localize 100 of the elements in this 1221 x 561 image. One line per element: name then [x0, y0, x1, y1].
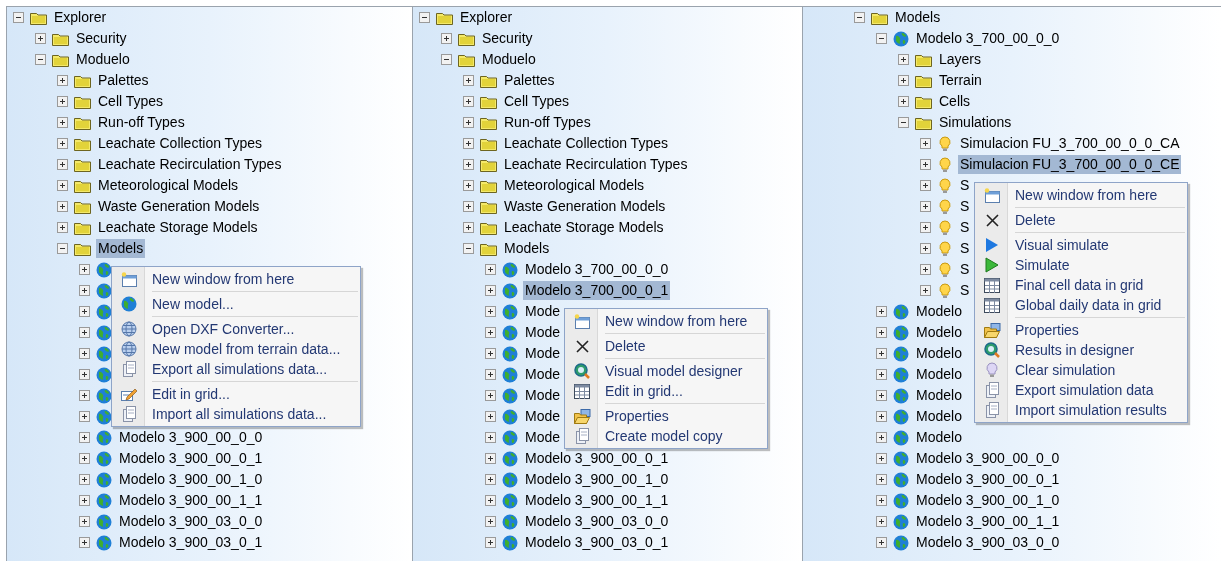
expander-button[interactable]	[57, 159, 68, 170]
expander-button[interactable]	[57, 75, 68, 86]
tree-item-label[interactable]: Run-off Types	[502, 113, 593, 132]
expander-button[interactable]	[920, 159, 931, 170]
menu-item[interactable]: Import all simulations data...	[114, 404, 359, 424]
tree-item-label[interactable]: Cell Types	[96, 92, 166, 111]
expander-button[interactable]	[920, 201, 931, 212]
expander-button[interactable]	[79, 369, 90, 380]
expander-button[interactable]	[485, 432, 496, 443]
expander-button[interactable]	[876, 369, 887, 380]
tree-item-label[interactable]: Modelo 3_900_00_1_0	[117, 470, 265, 489]
tree-item-label[interactable]: Moduelo	[480, 50, 538, 69]
tree-item-label[interactable]: S	[958, 260, 972, 279]
expander-button[interactable]	[876, 537, 887, 548]
tree-item-label[interactable]: Security	[74, 29, 129, 48]
expander-button[interactable]	[876, 516, 887, 527]
menu-item[interactable]: Clear simulation	[977, 360, 1185, 380]
menu-item[interactable]: Properties	[977, 320, 1185, 340]
expander-button[interactable]	[79, 306, 90, 317]
tree-item-label[interactable]: Run-off Types	[96, 113, 187, 132]
tree-item-label[interactable]: Explorer	[52, 8, 109, 27]
expander-button[interactable]	[419, 12, 430, 23]
tree-item-label[interactable]: Palettes	[502, 71, 557, 90]
tree-item-label[interactable]: S	[958, 176, 972, 195]
expander-button[interactable]	[441, 54, 452, 65]
expander-button[interactable]	[57, 96, 68, 107]
tree-item-label[interactable]: Mode	[523, 428, 563, 447]
tree-item-label[interactable]: Simulacion FU_3_700_00_0_0_CA	[958, 134, 1182, 153]
expander-button[interactable]	[898, 96, 909, 107]
expander-button[interactable]	[441, 33, 452, 44]
expander-button[interactable]	[876, 306, 887, 317]
tree-item-label[interactable]: Modelo 3_900_00_1_0	[523, 470, 671, 489]
tree-item-label[interactable]: Modelo 3_900_00_0_0	[914, 449, 1062, 468]
tree-item-label[interactable]: Layers	[937, 50, 984, 69]
tree-item-label[interactable]: Modelo 3_700_00_0_1	[523, 281, 671, 300]
expander-button[interactable]	[463, 159, 474, 170]
tree-item-label[interactable]: Waste Generation Models	[96, 197, 262, 216]
tree-item-label[interactable]: Models	[502, 239, 552, 258]
tree-item-label[interactable]: Mode	[523, 323, 563, 342]
expander-button[interactable]	[79, 285, 90, 296]
tree-item-label[interactable]: Modelo	[914, 344, 964, 363]
menu-item[interactable]: Results in designer	[977, 340, 1185, 360]
tree-item-label[interactable]: Cells	[937, 92, 973, 111]
expander-button[interactable]	[876, 327, 887, 338]
expander-button[interactable]	[79, 474, 90, 485]
expander-button[interactable]	[876, 453, 887, 464]
expander-button[interactable]	[854, 12, 865, 23]
menu-item[interactable]: Delete	[977, 210, 1185, 230]
menu-item[interactable]: Delete	[567, 336, 766, 356]
tree-item-label[interactable]: Modelo	[914, 386, 964, 405]
tree-item-label[interactable]: Modelo 3_900_00_1_0	[914, 491, 1062, 510]
tree-item-label[interactable]: Leachate Collection Types	[502, 134, 670, 153]
expander-button[interactable]	[57, 117, 68, 128]
expander-button[interactable]	[463, 243, 474, 254]
expander-button[interactable]	[920, 180, 931, 191]
expander-button[interactable]	[79, 411, 90, 422]
menu-item[interactable]: Properties	[567, 406, 766, 426]
tree-item-label[interactable]: Palettes	[96, 71, 151, 90]
tree-item-label[interactable]: Models	[96, 239, 146, 258]
expander-button[interactable]	[876, 411, 887, 422]
menu-item[interactable]: Export simulation data	[977, 380, 1185, 400]
expander-button[interactable]	[79, 432, 90, 443]
tree-item-label[interactable]: Meteorological Models	[96, 176, 241, 195]
tree-item-label[interactable]: Modelo	[914, 323, 964, 342]
tree-item-label[interactable]: Modelo 3_900_03_0_0	[117, 512, 265, 531]
expander-button[interactable]	[876, 33, 887, 44]
expander-button[interactable]	[485, 264, 496, 275]
menu-item[interactable]: New window from here	[977, 185, 1185, 205]
tree-item-label[interactable]: Modelo 3_700_00_0_0	[523, 260, 671, 279]
tree-item-label[interactable]: Modelo 3_900_00_0_1	[117, 449, 265, 468]
tree-item-label[interactable]: Modelo 3_900_03_0_1	[117, 533, 265, 552]
expander-button[interactable]	[79, 348, 90, 359]
expander-button[interactable]	[485, 390, 496, 401]
expander-button[interactable]	[876, 432, 887, 443]
menu-item[interactable]: New window from here	[567, 311, 766, 331]
tree-item-label[interactable]: Modelo 3_900_03_0_1	[523, 533, 671, 552]
menu-item[interactable]: Visual model designer	[567, 361, 766, 381]
expander-button[interactable]	[898, 54, 909, 65]
expander-button[interactable]	[57, 138, 68, 149]
expander-button[interactable]	[485, 474, 496, 485]
tree-item-label[interactable]: Mode	[523, 302, 563, 321]
expander-button[interactable]	[485, 537, 496, 548]
tree-item-label[interactable]: Modelo	[914, 365, 964, 384]
tree-item-label[interactable]: Leachate Storage Models	[502, 218, 666, 237]
tree-item-label[interactable]: Leachate Recirculation Types	[502, 155, 690, 174]
tree-item-label[interactable]: Mode	[523, 344, 563, 363]
tree-item-label[interactable]: Mode	[523, 365, 563, 384]
menu-item[interactable]: New model from terrain data...	[114, 339, 359, 359]
tree-item-label[interactable]: Leachate Recirculation Types	[96, 155, 284, 174]
tree-item-label[interactable]: Modelo 3_900_00_1_1	[117, 491, 265, 510]
expander-button[interactable]	[35, 33, 46, 44]
tree-item-label[interactable]: Waste Generation Models	[502, 197, 668, 216]
expander-button[interactable]	[463, 117, 474, 128]
tree-item-label[interactable]: Models	[893, 8, 943, 27]
expander-button[interactable]	[876, 495, 887, 506]
expander-button[interactable]	[13, 12, 24, 23]
menu-item[interactable]: Edit in grid...	[114, 384, 359, 404]
expander-button[interactable]	[898, 75, 909, 86]
tree-item-label[interactable]: Modelo 3_900_00_1_1	[914, 512, 1062, 531]
tree-item-label[interactable]: S	[958, 218, 972, 237]
